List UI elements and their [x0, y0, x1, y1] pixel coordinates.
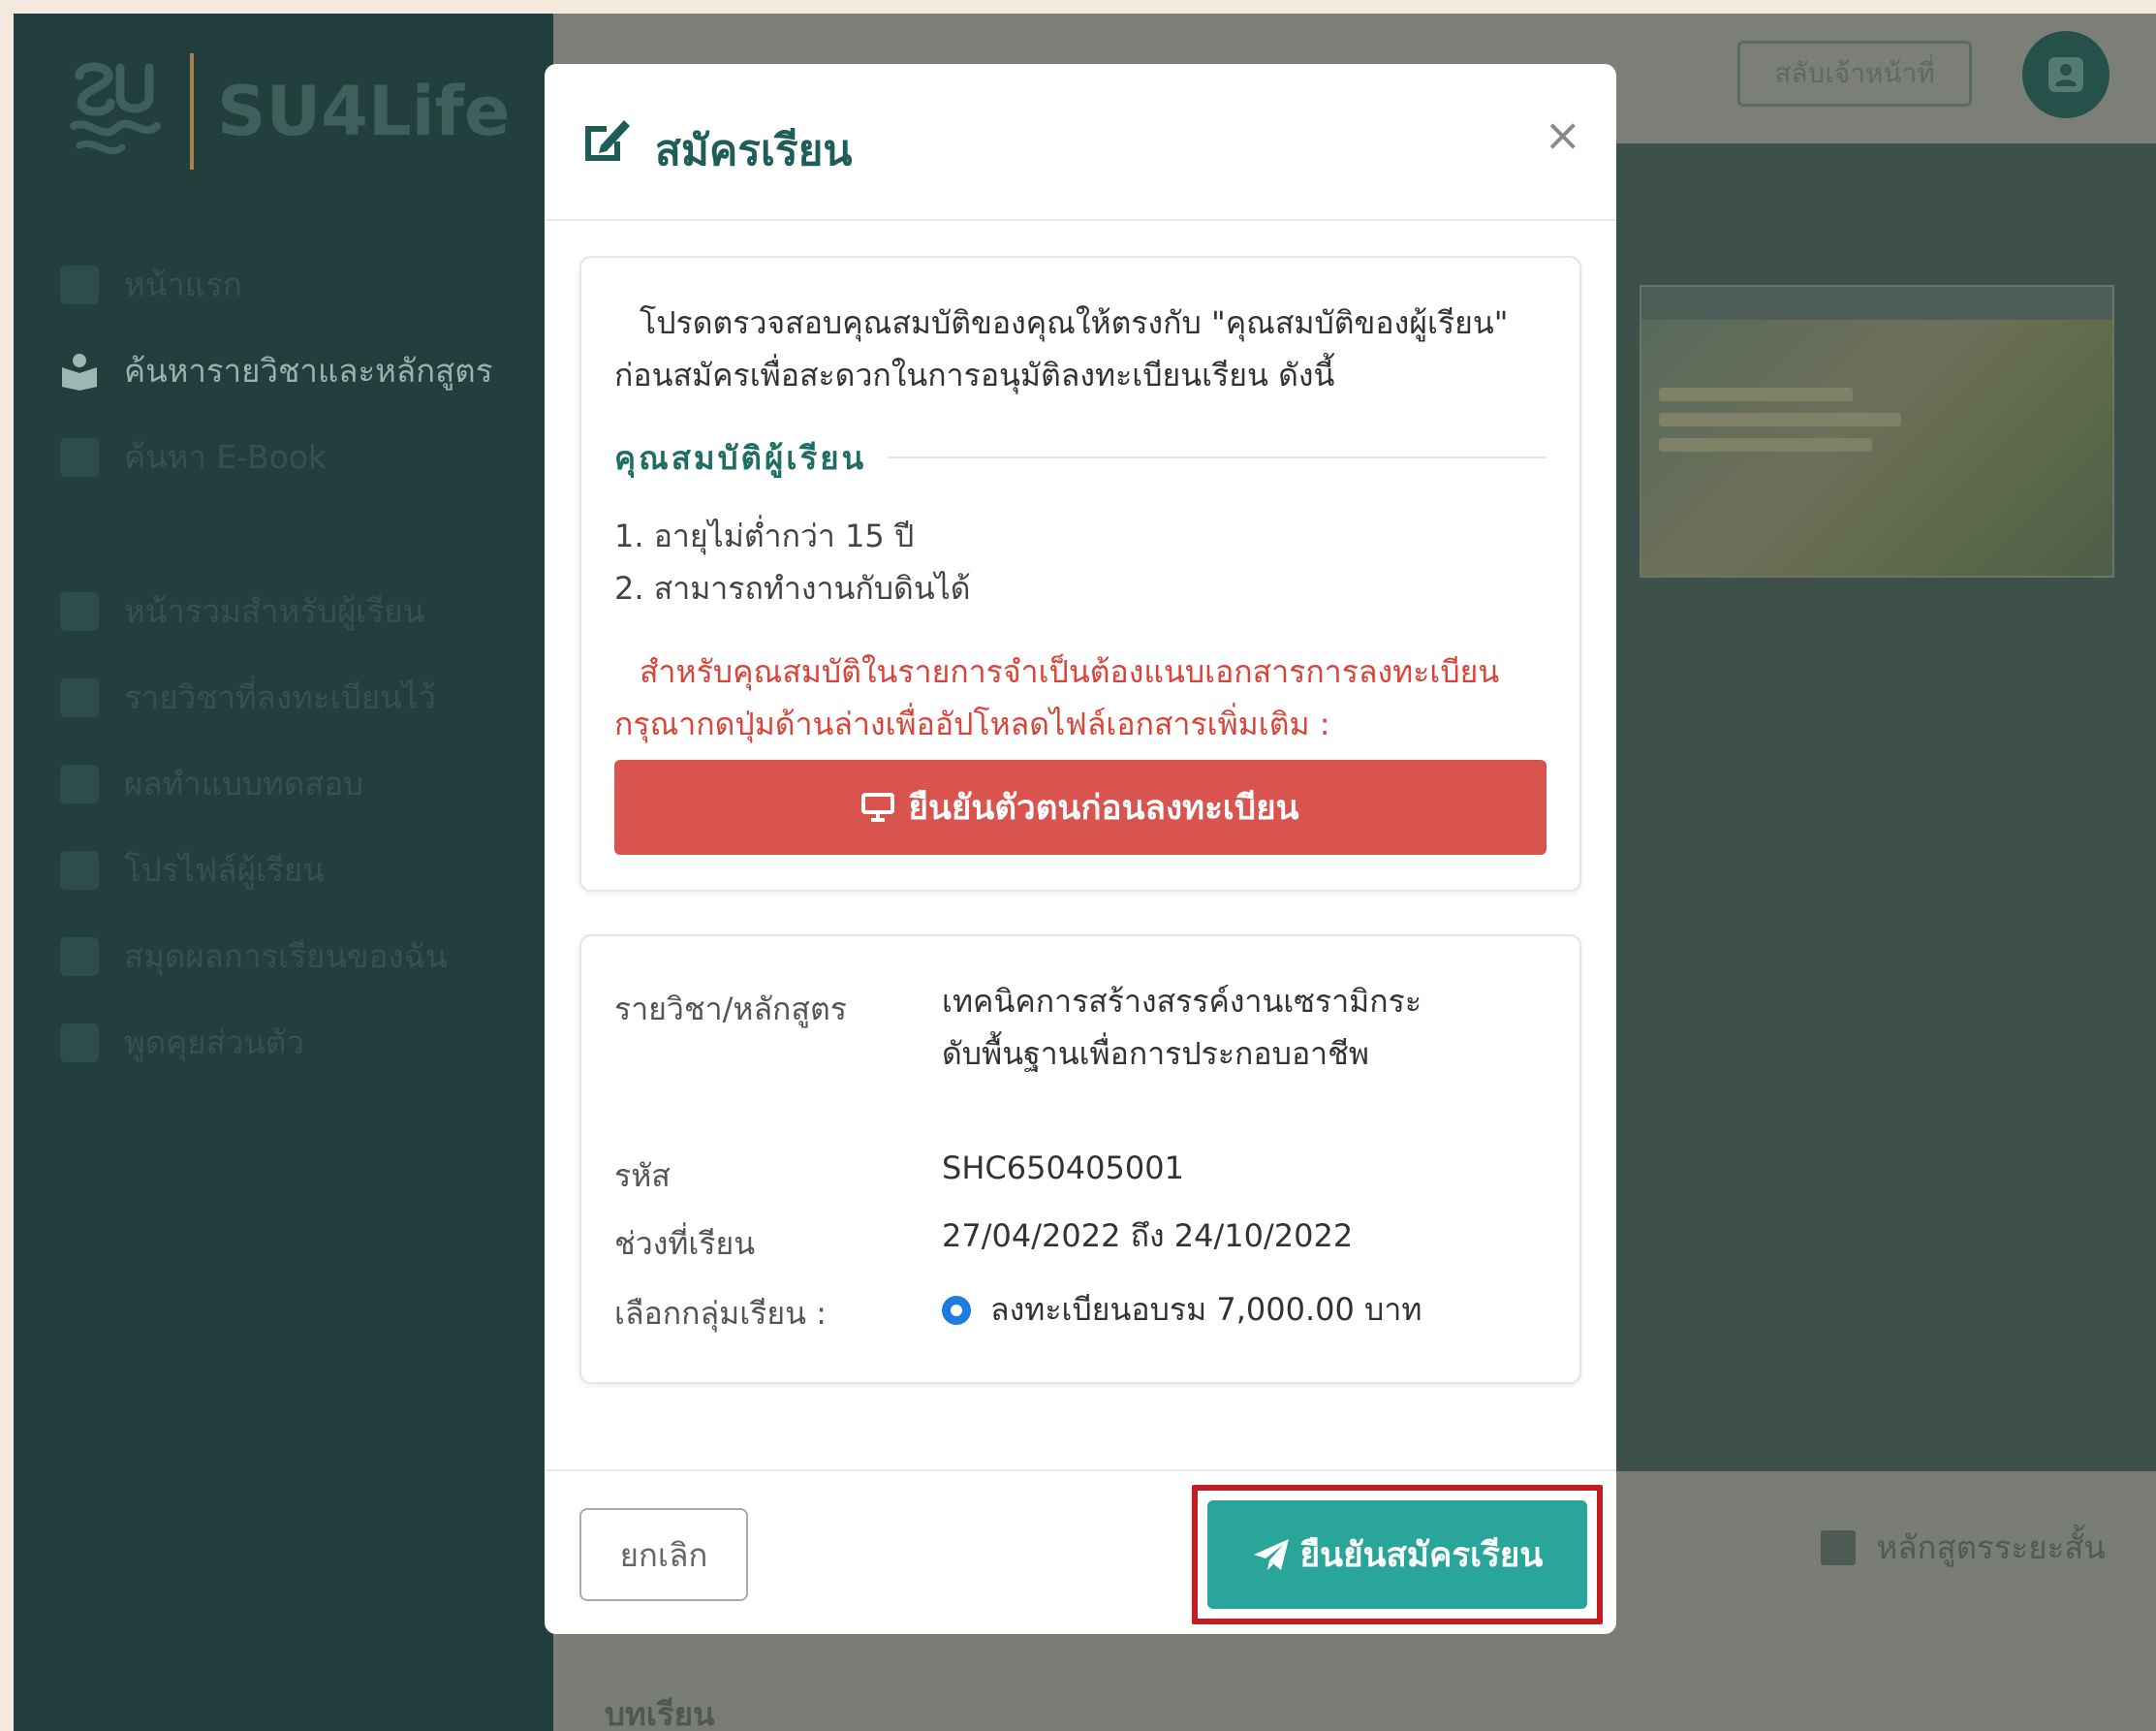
short-course-tag: หลักสูตรระยะสั้น [1820, 1522, 2106, 1573]
sidebar-item-label: โปรไฟล์ผู้เรียน [124, 851, 325, 889]
thumbnail-text-line [1659, 413, 1901, 426]
sidebar-item-chat[interactable]: พูดคุยส่วนตัว [60, 999, 525, 1086]
sidebar-item-home[interactable]: หน้าแรก [60, 241, 525, 328]
qualification-card: โปรดตรวจสอบคุณสมบัติของคุณให้ตรงกับ "คุณ… [579, 256, 1581, 892]
group-option[interactable]: ลงทะเบียนอบรม 7,000.00 บาท [942, 1285, 1422, 1335]
profile-icon [60, 850, 99, 890]
avatar[interactable] [2022, 31, 2109, 118]
confirm-button-label: ยืนยันสมัครเรียน [1299, 1535, 1544, 1575]
period-label: ช่วงที่เรียน [614, 1225, 756, 1262]
thumbnail-header [1641, 287, 2112, 320]
divider [888, 456, 1547, 458]
chart-icon [1820, 1529, 1856, 1565]
sidebar-item-quiz-results[interactable]: ผลทำแบบทดสอบ [60, 740, 525, 827]
book-reader-icon [60, 352, 99, 391]
sidebar-item-transcript[interactable]: สมุดผลการเรียนของฉัน [60, 913, 525, 999]
verify-button-label: ยืนยันตัวตนก่อนลงทะเบียน [908, 788, 1299, 828]
home-icon [60, 265, 99, 304]
id-card-icon [861, 793, 895, 822]
period-value: 27/04/2022 ถึง 24/10/2022 [942, 1217, 1354, 1254]
modal-title: สมัครเรียน [655, 126, 853, 175]
cancel-button[interactable]: ยกเลิก [579, 1508, 748, 1601]
su-logo-icon [70, 62, 161, 155]
sidebar-item-ebook[interactable]: ค้นหา E-Book [60, 414, 525, 500]
lessons-heading: บทเรียน [605, 1695, 715, 1731]
sidebar-item-label: ค้นหารายวิชาและหลักสูตร [124, 352, 493, 390]
brand-name: SU4Life [217, 72, 511, 151]
app-frame: SU4Life หน้าแรก ค้นหารายวิชาและหลักสูตร … [14, 14, 2156, 1731]
edit-icon [585, 120, 630, 161]
user-icon [2048, 57, 2083, 92]
course-details-card: รายวิชา/หลักสูตร เทคนิคการสร้างสรรค์งานเ… [579, 934, 1581, 1384]
sidebar-item-label: ค้นหา E-Book [124, 438, 328, 476]
brand-divider [190, 53, 194, 170]
close-icon[interactable]: × [1544, 112, 1581, 157]
sidebar-item-enrolled[interactable]: รายวิชาที่ลงทะเบียนไว้ [60, 654, 525, 740]
transcript-icon [60, 936, 99, 976]
confirm-enroll-button[interactable]: ยืนยันสมัครเรียน [1207, 1500, 1587, 1609]
switch-staff-button[interactable]: สลับเจ้าหน้าที่ [1737, 41, 1972, 107]
dashboard-icon [60, 591, 99, 631]
course-label: รายวิชา/หลักสูตร [614, 991, 847, 1027]
document-notice: สำหรับคุณสมบัติในรายการจำเป็นต้องแนบเอกส… [614, 653, 1500, 742]
code-label: รหัส [614, 1157, 671, 1194]
sidebar-item-search-courses[interactable]: ค้นหารายวิชาและหลักสูตร [60, 328, 525, 414]
enroll-modal: สมัครเรียน × โปรดตรวจสอบคุณสมบัติของคุณใ… [545, 64, 1616, 1634]
group-option-label: ลงทะเบียนอบรม 7,000.00 บาท [990, 1291, 1422, 1328]
chat-icon [60, 1023, 99, 1062]
sidebar-item-label: พูดคุยส่วนตัว [124, 1023, 304, 1061]
intro-text: โปรดตรวจสอบคุณสมบัติของคุณให้ตรงกับ "คุณ… [614, 304, 1509, 393]
qualification-heading-row: คุณสมบัติผู้เรียน [614, 428, 1547, 487]
sidebar-item-label: ผลทำแบบทดสอบ [124, 765, 364, 803]
enrolled-icon [60, 677, 99, 717]
sidebar-item-label: หน้ารวมสำหรับผู้เรียน [124, 592, 425, 630]
radio-selected[interactable] [942, 1295, 971, 1325]
qualification-item: 1. อายุไม่ต่ำกว่า 15 ปี [614, 518, 915, 554]
course-thumbnail[interactable] [1640, 285, 2114, 578]
quiz-result-icon [60, 764, 99, 803]
sidebar: SU4Life หน้าแรก ค้นหารายวิชาและหลักสูตร … [14, 14, 553, 1731]
sidebar-item-label: รายวิชาที่ลงทะเบียนไว้ [124, 678, 436, 716]
group-label: เลือกกลุ่มเรียน : [614, 1295, 827, 1332]
sidebar-item-profile[interactable]: โปรไฟล์ผู้เรียน [60, 827, 525, 913]
paper-plane-icon [1253, 1539, 1289, 1570]
menu-spacer [60, 500, 525, 568]
qualification-heading: คุณสมบัติผู้เรียน [614, 438, 867, 477]
code-value: SHC650405001 [942, 1149, 1184, 1186]
sidebar-item-learner-dashboard[interactable]: หน้ารวมสำหรับผู้เรียน [60, 568, 525, 654]
verify-identity-button[interactable]: ยืนยันตัวตนก่อนลงทะเบียน [614, 760, 1547, 855]
short-course-label: หลักสูตรระยะสั้น [1876, 1528, 2106, 1566]
thumbnail-text-line [1659, 438, 1872, 452]
sidebar-menu: หน้าแรก ค้นหารายวิชาและหลักสูตร ค้นหา E-… [60, 241, 525, 1086]
ebook-icon [60, 437, 99, 477]
modal-footer: ยกเลิก ยืนยันสมัครเรียน [545, 1469, 1616, 1634]
sidebar-item-label: หน้าแรก [124, 266, 242, 303]
qualification-item: 2. สามารถทำงานกับดินได้ [614, 570, 971, 607]
thumbnail-text-line [1659, 388, 1853, 401]
brand[interactable]: SU4Life [60, 48, 511, 174]
course-value: เทคนิคการสร้างสรรค์งานเซรามิกระดับพื้นฐา… [942, 983, 1422, 1072]
modal-header: สมัครเรียน × [545, 64, 1616, 221]
qualification-list: 1. อายุไม่ต่ำกว่า 15 ปี 2. สามารถทำงานกั… [614, 510, 971, 614]
sidebar-item-label: สมุดผลการเรียนของฉัน [124, 937, 448, 975]
